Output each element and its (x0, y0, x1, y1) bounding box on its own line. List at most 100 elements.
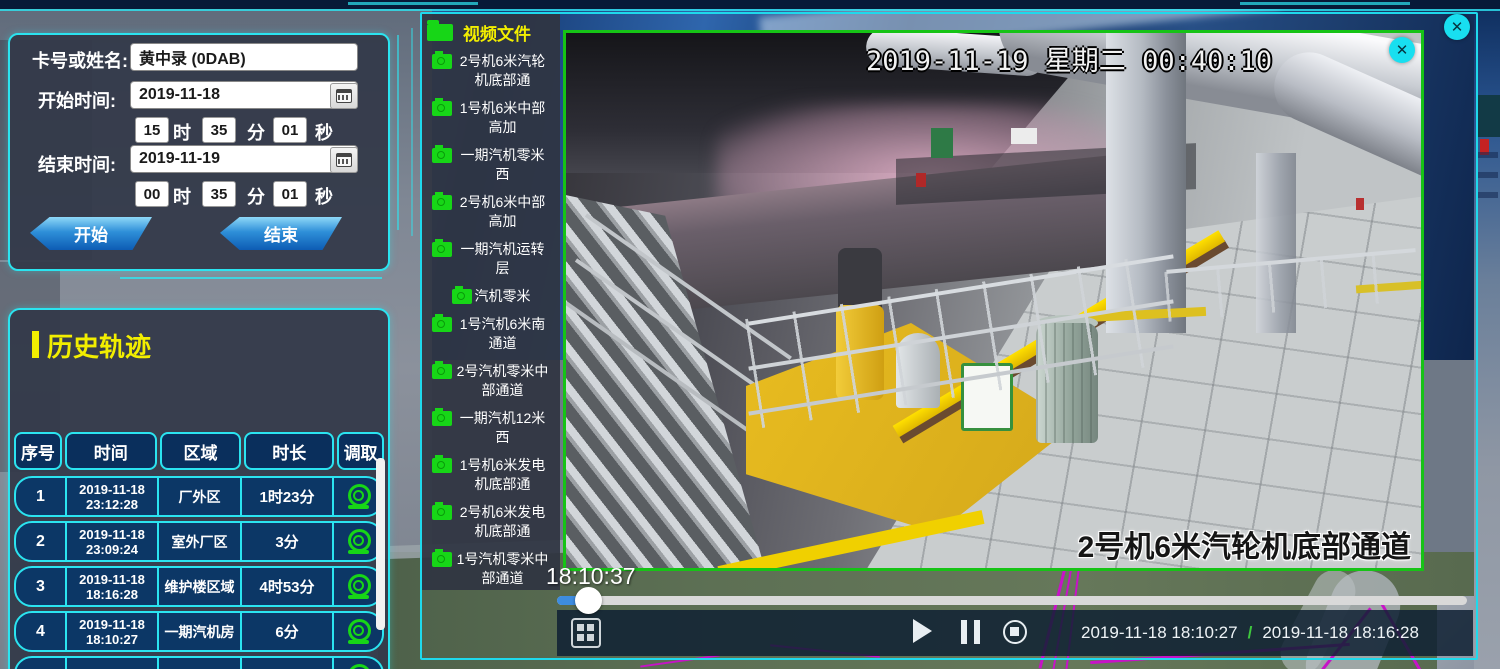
file-item[interactable]: 汽机零米 (426, 287, 556, 306)
webcam-icon[interactable] (345, 664, 371, 669)
screen: 卡号或姓名: 开始时间: 时 分 秒 结束时间: 时 分 秒 开始 结束 历史轨… (0, 0, 1500, 669)
file-item[interactable]: 一期汽机12米西 (426, 409, 556, 447)
minute-unit-label: 分 (247, 119, 265, 145)
table-header-row: 序号 时间 区域 时长 调取 (14, 432, 384, 470)
current-position-time: 18:10:37 (546, 563, 636, 590)
camera-icon (432, 148, 452, 163)
playback-end-time: 2019-11-18 18:16:28 (1262, 623, 1419, 643)
bg-top-accent-line (0, 9, 1500, 11)
bg-top-accent-segment (348, 2, 478, 5)
calendar-icon (336, 89, 352, 103)
end-hour-input[interactable] (135, 181, 169, 207)
file-list-header: 视频文件 (427, 20, 531, 45)
deco-line (411, 28, 413, 236)
bg-slat (1476, 172, 1498, 178)
seek-slider-thumb[interactable] (575, 587, 602, 614)
camera-icon (432, 505, 452, 520)
deco-line (397, 35, 399, 230)
webcam-icon[interactable] (345, 529, 371, 555)
video-frame: 2019-11-19 星期二 00:40:10 2号机6米汽轮机底部通道 ✕ (563, 30, 1424, 571)
search-panel: 卡号或姓名: 开始时间: 时 分 秒 结束时间: 时 分 秒 开始 结束 (8, 33, 390, 271)
webcam-icon[interactable] (345, 619, 371, 645)
second-unit-label: 秒 (315, 119, 333, 145)
camera-icon (432, 101, 452, 116)
title-accent-bar (32, 331, 39, 358)
osd-camera-name: 2号机6米汽轮机底部通道 (1078, 522, 1411, 566)
name-input[interactable] (130, 43, 358, 71)
folder-icon (427, 24, 453, 41)
end-second-input[interactable] (273, 181, 307, 207)
camera-icon (432, 364, 452, 379)
file-item[interactable]: 一期汽机运转层 (426, 240, 556, 278)
file-item[interactable]: 2号机6米汽轮机底部通 (426, 52, 556, 90)
webcam-icon[interactable] (345, 484, 371, 510)
table-scrollbar[interactable] (376, 458, 385, 630)
file-item[interactable]: 1号机6米发电机底部通 (426, 456, 556, 494)
start-date-input[interactable] (130, 81, 358, 109)
col-header-duration: 时长 (244, 432, 334, 470)
file-item[interactable]: 2号机6米中部高加 (426, 193, 556, 231)
end-date-input[interactable] (130, 145, 358, 173)
table-row[interactable]: 4 2019-11-1818:10:27 一期汽机房 6分 (14, 611, 384, 652)
pause-icon[interactable] (961, 620, 980, 644)
webcam-icon[interactable] (345, 574, 371, 600)
camera-icon (432, 317, 452, 332)
scene-red-valve (1356, 198, 1364, 210)
video-close-button[interactable]: ✕ (1389, 37, 1415, 63)
calendar-icon (336, 153, 352, 167)
video-file-list: 2号机6米汽轮机底部通 1号机6米中部高加 一期汽机零米西 2号机6米中部高加 … (424, 52, 558, 588)
start-hour-input[interactable] (135, 117, 169, 143)
play-icon[interactable] (913, 619, 932, 643)
start-button[interactable]: 开始 (30, 217, 152, 250)
scene-green-cabinet (931, 128, 953, 158)
scene-red-valve (916, 173, 926, 187)
end-time-label: 结束时间: (38, 151, 116, 177)
playback-range: 2019-11-18 18:10:27 / 2019-11-18 18:16:2… (1081, 623, 1419, 643)
grid-layout-icon[interactable] (571, 618, 601, 648)
table-row[interactable]: 3 2019-11-1818:16:28 维护楼区域 4时53分 (14, 566, 384, 607)
table-row[interactable]: 2 2019-11-1823:09:24 室外厂区 3分 (14, 521, 384, 562)
file-item[interactable]: 2号汽机零米中部通道 (426, 362, 556, 400)
osd-datetime: 2019-11-19 星期二 00:40:10 (866, 39, 1272, 78)
end-minute-input[interactable] (202, 181, 236, 207)
bg-top-accent-segment (1240, 2, 1410, 5)
panel-close-button[interactable]: ✕ (1444, 14, 1470, 40)
bg-equipment (1476, 95, 1500, 137)
start-calendar-button[interactable] (330, 83, 358, 109)
playback-start-time: 2019-11-18 18:10:27 (1081, 623, 1238, 643)
camera-icon (432, 195, 452, 210)
scene-label-tag (1011, 128, 1037, 144)
file-item[interactable]: 一期汽机零米西 (426, 146, 556, 184)
start-second-input[interactable] (273, 117, 307, 143)
seek-slider-track[interactable] (557, 596, 1467, 605)
range-separator: / (1248, 623, 1253, 643)
stop-icon[interactable] (1003, 620, 1027, 644)
deco-line (120, 277, 382, 279)
start-minute-input[interactable] (202, 117, 236, 143)
file-item[interactable]: 2号机6米发电机底部通 (426, 503, 556, 541)
camera-icon (452, 289, 472, 304)
camera-icon (432, 411, 452, 426)
start-time-label: 开始时间: (38, 87, 116, 113)
file-item[interactable]: 1号汽机零米中部通道 (426, 550, 556, 588)
file-item[interactable]: 1号汽机6米南通道 (426, 315, 556, 353)
history-title: 历史轨迹 (47, 327, 151, 364)
bg-slat (1476, 192, 1498, 198)
camera-icon (432, 552, 452, 567)
table-row[interactable]: 1 2019-11-1823:12:28 厂外区 1时23分 (14, 476, 384, 517)
end-button[interactable]: 结束 (220, 217, 342, 250)
file-item[interactable]: 1号机6米中部高加 (426, 99, 556, 137)
col-header-no: 序号 (14, 432, 62, 470)
camera-icon (432, 54, 452, 69)
bg-slat (1476, 152, 1498, 158)
table-row[interactable]: 5 2019-11-18 (14, 656, 384, 669)
camera-icon (432, 458, 452, 473)
minute-unit-label: 分 (247, 183, 265, 209)
end-calendar-button[interactable] (330, 147, 358, 173)
col-header-time: 时间 (65, 432, 157, 470)
file-list-title: 视频文件 (463, 20, 531, 45)
col-header-area: 区域 (160, 432, 242, 470)
hour-unit-label: 时 (173, 183, 191, 209)
hour-unit-label: 时 (173, 119, 191, 145)
close-icon: ✕ (1451, 18, 1464, 36)
